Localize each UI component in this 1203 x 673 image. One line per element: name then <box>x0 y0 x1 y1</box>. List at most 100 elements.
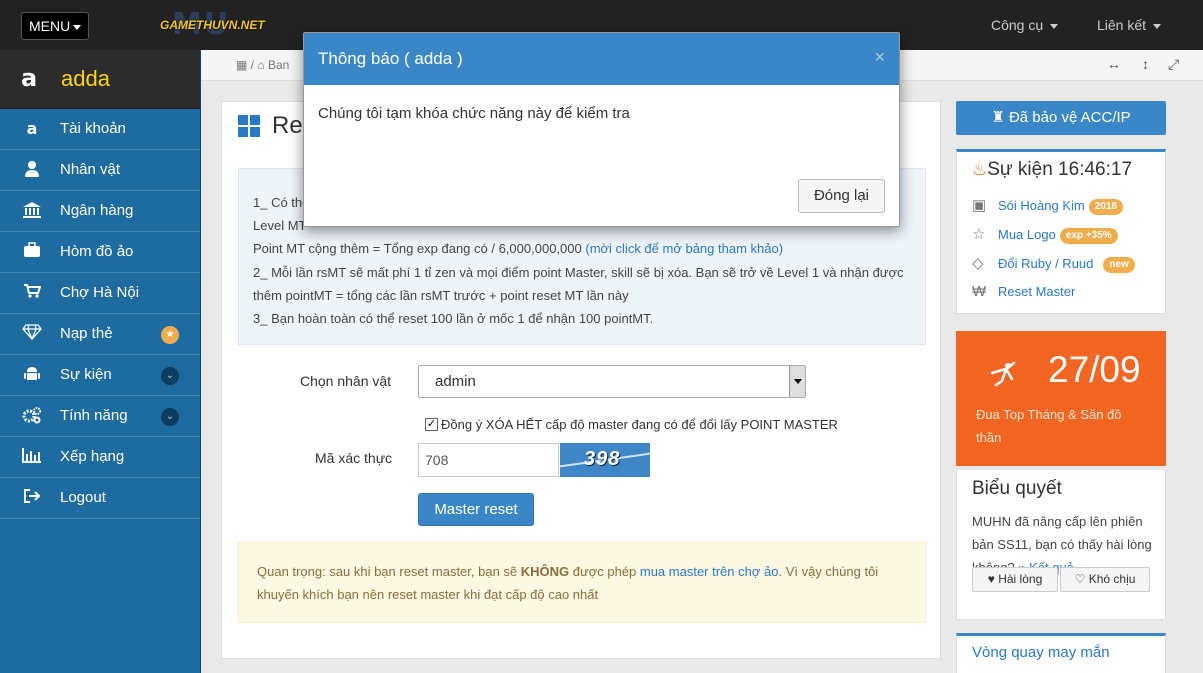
close-icon[interactable]: × <box>874 47 885 68</box>
protect-account-button[interactable]: ♜ Đã bảo vệ ACC/IP <box>956 101 1166 135</box>
select-arrow-icon <box>789 366 805 397</box>
sidebar-item-events[interactable]: Sự kiện ⌄ <box>0 355 200 396</box>
agree-checkbox[interactable]: ✓ <box>425 418 438 431</box>
sidebar-item-label: Nạp thẻ <box>60 325 113 342</box>
warning-box: Quan trọng: sau khi bạn reset master, bạ… <box>238 542 926 623</box>
logout-icon <box>22 488 42 508</box>
won-icon: ₩ <box>972 283 987 300</box>
event-label: Reset Master <box>998 284 1076 299</box>
nav-links-label: Liên kết <box>1097 17 1147 33</box>
lucky-wheel-link[interactable]: Vòng quay may mắn <box>972 644 1110 661</box>
reference-table-link[interactable]: (mời click để mở bảng tham khảo) <box>585 241 783 256</box>
user-icon <box>22 160 42 180</box>
caret-down-icon <box>1152 23 1161 29</box>
nav-tools-label: Công cụ <box>991 17 1044 33</box>
ninja-icon <box>986 359 1026 389</box>
briefcase-icon <box>22 242 42 262</box>
poll-option-unsatisfied[interactable]: ♡ Khó chịu <box>1060 567 1150 592</box>
expand-vertical-icon[interactable]: ↕ <box>1142 56 1149 72</box>
sidebar-item-label: Nhân vật <box>60 161 121 178</box>
sidebar-item-label: Tài khoản <box>60 120 126 137</box>
site-logo[interactable]: MU GAMETHUVN.NET <box>160 10 280 40</box>
caret-down-icon <box>1050 23 1059 29</box>
character-label: Chọn nhân vật <box>300 373 392 389</box>
expand-horizontal-icon[interactable]: ↔ <box>1107 56 1121 72</box>
sidebar-item-topup[interactable]: Nạp thẻ ★ <box>0 314 200 355</box>
info-line3: 2_ Mỗi lần rsMT sẽ mất phí 1 tỉ zen và m… <box>253 264 904 280</box>
event-badge: exp +35% <box>1059 228 1118 244</box>
fire-icon: ♨ <box>972 160 988 179</box>
sidebar: a adda a Tài khoản Nhân vật Ngân hàng Hòm … <box>0 50 201 673</box>
star-outline-icon: ☆ <box>972 226 986 243</box>
event-item[interactable]: ◇ Đổi Ruby / Ruud new <box>972 254 1135 273</box>
poll-option-satisfied[interactable]: ♥ Hài lòng <box>972 567 1058 592</box>
event-label: Đổi Ruby / Ruud <box>998 256 1094 271</box>
captcha-image: 398 <box>560 443 650 477</box>
bank-icon <box>22 201 42 221</box>
event-label: Sói Hoàng Kim <box>998 198 1085 213</box>
event-item[interactable]: ☆ Mua Logo exp +35% <box>972 225 1118 244</box>
sidebar-item-label: Sự kiện <box>60 366 112 383</box>
calendar-icon: ▦ <box>236 58 248 72</box>
events-title-text: Sự kiện 16:46:17 <box>987 159 1133 180</box>
breadcrumb-item: Ban <box>267 58 290 72</box>
sidebar-item-features[interactable]: Tính năng ⌄ <box>0 396 200 437</box>
master-reset-button[interactable]: Master reset <box>418 493 534 526</box>
warning-line2: khuyến khích bạn nên reset master khi đạ… <box>257 587 599 602</box>
poll-title: Biểu quyết <box>972 478 1062 499</box>
sidebar-item-account[interactable]: a Tài khoản <box>0 109 200 150</box>
heart-icon: ♥ <box>987 572 995 586</box>
character-select[interactable]: admin <box>418 365 806 398</box>
modal-message: Chúng tôi tạm khóa chức năng này để kiểm… <box>318 105 630 122</box>
nav-links[interactable]: Liên kết <box>1097 17 1161 33</box>
lucky-wheel-box: Vòng quay may mắn <box>956 633 1166 673</box>
logo-site-text: GAMETHUVN.NET <box>160 18 265 32</box>
fullscreen-icon[interactable]: ⤢ <box>1168 56 1179 73</box>
menu-label: MENU <box>29 18 71 34</box>
diamond-icon <box>22 324 42 344</box>
sidebar-item-vault[interactable]: Hòm đồ ảo <box>0 232 200 273</box>
diamond-icon: ◇ <box>972 255 984 272</box>
user-secret-icon: ♜ <box>991 109 1005 126</box>
sidebar-item-label: Xếp hạng <box>60 448 125 465</box>
breadcrumb-home[interactable]: ▦ / ⌂ Ban <box>236 58 289 72</box>
sidebar-item-label: Hòm đồ ảo <box>60 243 134 260</box>
sidebar-item-label: Chợ Hà Nội <box>60 284 140 301</box>
event-item[interactable]: ▣ Sói Hoàng Kim 2018 <box>972 196 1123 215</box>
promo-banner[interactable]: 27/09 Đua Top Tháng & Săn đồ thần <box>956 331 1166 466</box>
close-button[interactable]: Đóng lại <box>798 179 885 213</box>
sidebar-item-bank[interactable]: Ngân hàng <box>0 191 200 232</box>
warning-part3: . Vì vậy chúng tôi <box>778 564 879 579</box>
promo-text: Đua Top Tháng & Săn đồ thần <box>976 407 1122 445</box>
windows-icon <box>238 115 260 137</box>
event-badge: new <box>1103 257 1135 273</box>
broken-heart-icon: ♡ <box>1074 572 1086 586</box>
poll-option-label: Hài lòng <box>998 572 1043 586</box>
sidebar-username: adda <box>61 66 110 91</box>
promo-date: 27/09 <box>1048 349 1141 390</box>
sidebar-item-logout[interactable]: Logout <box>0 478 200 519</box>
modal-title: Thông báo ( adda ) <box>304 33 899 85</box>
events-box: ♨Sự kiện 16:46:17 ▣ Sói Hoàng Kim 2018 ☆ Mu… <box>956 149 1166 314</box>
bank-icon: ⌂ <box>257 58 265 72</box>
captcha-input[interactable]: 708 <box>418 443 559 477</box>
sidebar-item-character[interactable]: Nhân vật <box>0 150 200 191</box>
warning-part2: được phép <box>569 564 640 579</box>
info-line4: thêm pointMT = tổng các lần rsMT trước +… <box>253 287 629 303</box>
gears-icon <box>22 406 42 426</box>
warning-part1: Quan trọng: sau khi bạn reset master, bạ… <box>257 564 521 579</box>
info-line5: 3_ Bạn hoàn toàn có thể reset 100 lần ở … <box>253 311 654 327</box>
menu-button[interactable]: MENU <box>21 12 90 40</box>
captcha-image-text: 398 <box>584 448 621 470</box>
sidebar-item-market[interactable]: Chợ Hà Nội <box>0 273 200 314</box>
event-item[interactable]: ₩ Reset Master <box>972 283 1075 300</box>
info-line2: Point MT cộng thêm = Tổng exp đang có / … <box>253 241 582 257</box>
caret-down-icon <box>73 24 82 30</box>
event-badge: 2018 <box>1088 199 1123 215</box>
sidebar-user: a adda <box>0 50 200 109</box>
nav-tools[interactable]: Công cụ <box>991 17 1059 33</box>
star-icon: ★ <box>161 326 179 344</box>
market-link[interactable]: mua master trên chợ ảo <box>640 564 779 579</box>
sidebar-item-label: Tính năng <box>60 407 128 424</box>
sidebar-item-ranking[interactable]: Xếp hạng <box>0 437 200 478</box>
